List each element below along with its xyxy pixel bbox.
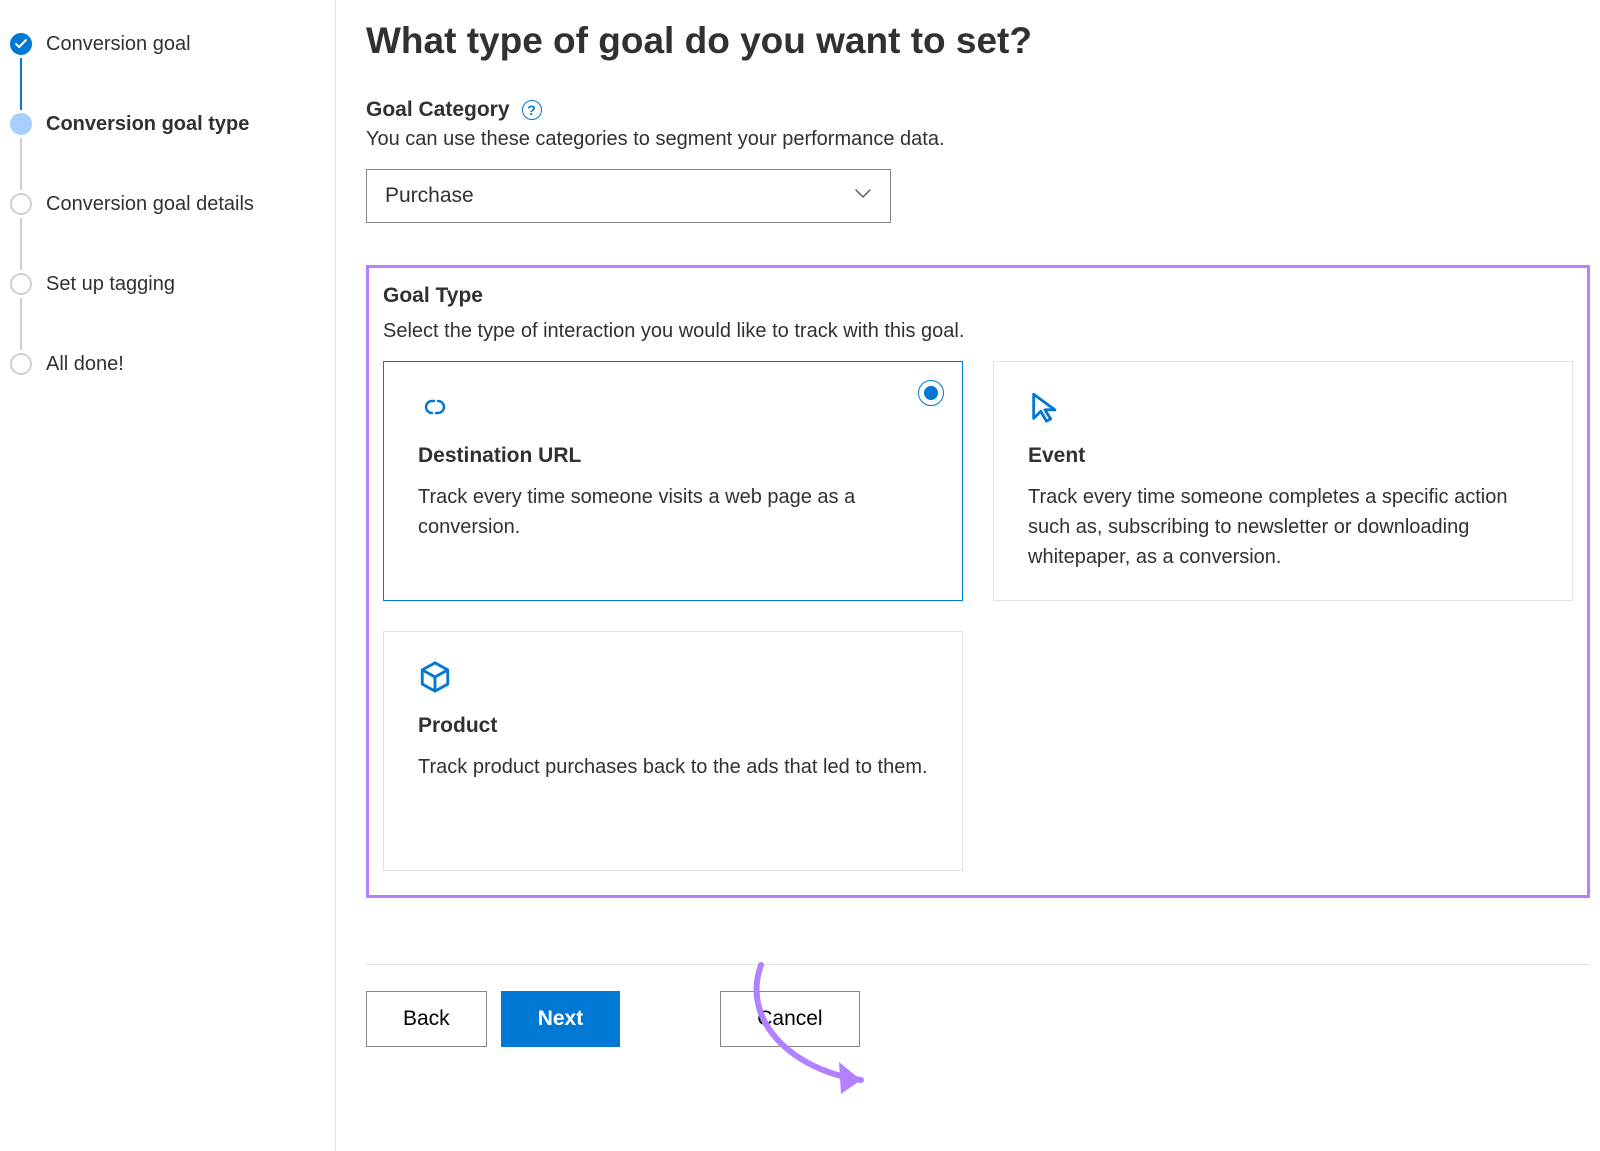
back-button[interactable]: Back <box>366 991 487 1047</box>
step-label: All done! <box>46 353 124 376</box>
step-label: Conversion goal <box>46 33 191 56</box>
link-icon <box>418 390 452 424</box>
next-button[interactable]: Next <box>501 991 621 1047</box>
goal-category-label: Goal Category <box>366 98 510 122</box>
goal-category-selected-value: Purchase <box>385 184 474 208</box>
goal-type-label: Goal Type <box>383 284 1577 308</box>
chevron-down-icon <box>854 187 872 205</box>
step-conversion-goal-type[interactable]: Conversion goal type <box>10 110 315 138</box>
check-circle-icon <box>10 33 32 55</box>
pending-step-dot-icon <box>10 353 32 375</box>
radio-selected-icon <box>918 380 944 406</box>
goal-type-card-event[interactable]: Event Track every time someone completes… <box>993 361 1573 601</box>
goal-type-card-destination-url[interactable]: Destination URL Track every time someone… <box>383 361 963 601</box>
wizard-footer: Back Next Cancel <box>366 991 1590 1047</box>
step-connector <box>20 58 22 110</box>
step-connector <box>20 298 22 350</box>
step-conversion-goal[interactable]: Conversion goal <box>10 30 315 58</box>
wizard-main-panel: What type of goal do you want to set? Go… <box>336 0 1600 1151</box>
step-label: Set up tagging <box>46 273 175 296</box>
package-icon <box>418 660 452 694</box>
page-title: What type of goal do you want to set? <box>366 20 1590 62</box>
step-label: Conversion goal details <box>46 193 254 216</box>
cursor-icon <box>1028 390 1062 424</box>
step-connector <box>20 138 22 190</box>
cancel-button[interactable]: Cancel <box>720 991 859 1047</box>
current-step-dot-icon <box>10 113 32 135</box>
goal-type-description: Select the type of interaction you would… <box>383 320 1577 343</box>
step-connector <box>20 218 22 270</box>
goal-category-select[interactable]: Purchase <box>366 169 891 223</box>
goal-category-section: Goal Category ? You can use these catego… <box>366 98 1590 223</box>
goal-category-label-row: Goal Category ? <box>366 98 542 122</box>
help-icon[interactable]: ? <box>522 100 542 120</box>
card-title: Product <box>418 714 928 738</box>
goal-category-description: You can use these categories to segment … <box>366 128 1590 151</box>
pending-step-dot-icon <box>10 273 32 295</box>
step-set-up-tagging[interactable]: Set up tagging <box>10 270 315 298</box>
goal-type-card-product[interactable]: Product Track product purchases back to … <box>383 631 963 871</box>
card-description: Track product purchases back to the ads … <box>418 752 928 782</box>
card-title: Event <box>1028 444 1538 468</box>
footer-divider <box>366 964 1590 965</box>
goal-type-highlight-box: Goal Type Select the type of interaction… <box>366 265 1590 898</box>
goal-type-cards: Destination URL Track every time someone… <box>379 361 1577 871</box>
pending-step-dot-icon <box>10 193 32 215</box>
step-label: Conversion goal type <box>46 113 249 136</box>
step-all-done[interactable]: All done! <box>10 350 315 378</box>
card-description: Track every time someone completes a spe… <box>1028 482 1538 572</box>
card-title: Destination URL <box>418 444 928 468</box>
wizard-steps-sidebar: Conversion goal Conversion goal type Con… <box>0 0 335 1151</box>
step-conversion-goal-details[interactable]: Conversion goal details <box>10 190 315 218</box>
app-wizard: Conversion goal Conversion goal type Con… <box>0 0 1600 1151</box>
card-description: Track every time someone visits a web pa… <box>418 482 928 542</box>
